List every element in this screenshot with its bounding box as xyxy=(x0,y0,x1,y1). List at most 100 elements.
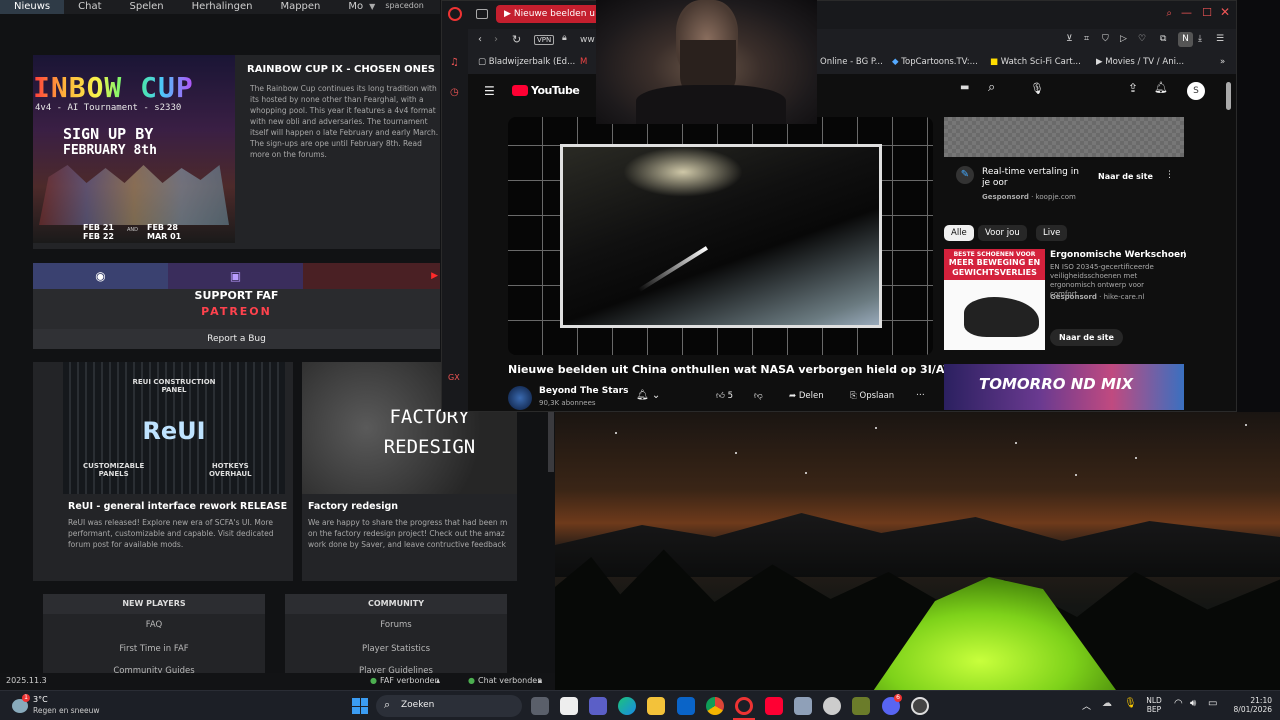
snapshot-icon[interactable]: ⌗ xyxy=(1084,34,1089,44)
bookmark-item[interactable]: ◆ TopCartoons.TV:... xyxy=(892,57,978,67)
weather-temp[interactable]: 3°C xyxy=(33,695,48,704)
bookmark-item[interactable]: Online - BG P... xyxy=(820,57,883,67)
more-icon[interactable]: ⋯ xyxy=(916,390,925,400)
forums-link[interactable]: Forums xyxy=(285,620,507,630)
bookmark-item[interactable]: M xyxy=(580,57,587,67)
youtube-logo-text[interactable]: YouTube xyxy=(531,84,580,97)
ad-cta-button[interactable]: Naar de site xyxy=(1050,329,1123,346)
chip-alle[interactable]: Alle xyxy=(944,225,974,241)
first-time-link[interactable]: First Time in FAF xyxy=(43,644,265,654)
upload-icon[interactable]: ⇪ xyxy=(1128,81,1138,95)
reload-icon[interactable]: ↻ xyxy=(512,33,521,46)
heart-icon[interactable]: ♡ xyxy=(1138,34,1146,44)
report-bug-bar[interactable]: Report a Bug xyxy=(33,329,440,349)
mic-icon[interactable]: 🎙︎ xyxy=(1030,82,1044,95)
faf-connection-status[interactable]: FAF verbonden xyxy=(380,676,440,685)
task-view-icon[interactable] xyxy=(531,697,549,715)
maximize-icon[interactable]: ☐ xyxy=(1202,6,1212,19)
edge-icon[interactable] xyxy=(618,697,636,715)
news-card-reui[interactable]: REUI CONSTRUCTION PANEL ReUI CUSTOMIZABLE… xyxy=(33,362,293,581)
faq-link[interactable]: FAQ xyxy=(43,620,265,630)
search-box[interactable]: ⌕ Zoeken xyxy=(376,695,522,717)
ad-title[interactable]: Real-time vertaling in je oor xyxy=(982,167,1082,189)
save-button[interactable]: ⎘ Opslaan xyxy=(850,391,894,401)
clock[interactable]: 21:10 8/01/2026 xyxy=(1222,696,1272,714)
close-icon[interactable]: ✕ xyxy=(1220,5,1230,19)
tab-menu-icon[interactable] xyxy=(476,9,488,19)
channel-avatar[interactable] xyxy=(508,386,532,410)
bell-icon[interactable]: 🔔︎ ⌄ xyxy=(636,390,660,401)
player-statistics-link[interactable]: Player Statistics xyxy=(285,644,507,654)
twitch-link[interactable]: ▣ xyxy=(168,263,303,289)
pin-icon[interactable]: ⊻ xyxy=(1066,34,1073,44)
more-vert-icon[interactable]: ⋮ xyxy=(1165,170,1174,180)
start-icon[interactable] xyxy=(352,698,368,714)
bookmark-item[interactable]: ■ Watch Sci-Fi Cart... xyxy=(990,57,1081,67)
featured-news-card[interactable]: INBOW CUP 4v4 - AI Tournament - s2330 SI… xyxy=(33,55,440,249)
cloud-icon[interactable]: ☁︎ xyxy=(1102,698,1112,709)
back-icon[interactable]: ‹ xyxy=(478,34,482,45)
chevron-down-icon[interactable]: ▼ xyxy=(365,0,379,14)
dislike-button[interactable]: 👎︎ xyxy=(754,391,763,401)
clock-icon[interactable]: ◷ xyxy=(450,87,459,98)
ad-cta-button[interactable]: Naar de site xyxy=(1098,172,1153,181)
store-icon[interactable] xyxy=(560,697,578,715)
settings-icon[interactable] xyxy=(823,697,841,715)
opera-icon[interactable] xyxy=(735,697,753,715)
more-bookmarks-icon[interactable]: » xyxy=(1220,57,1225,67)
like-button[interactable]: 👍︎ 5 xyxy=(716,391,733,401)
ad-banner-image[interactable] xyxy=(944,117,1184,157)
keyboard-icon[interactable]: ▬ xyxy=(960,82,969,93)
shield-icon[interactable]: ⛉ xyxy=(1102,34,1109,44)
microphone-icon[interactable]: 🎙︎ xyxy=(1124,698,1137,709)
chrome-icon[interactable] xyxy=(706,697,724,715)
video-player[interactable] xyxy=(508,117,933,355)
teams-icon[interactable] xyxy=(589,697,607,715)
chip-voor-jou[interactable]: Voor jou xyxy=(978,225,1027,241)
battery-icon[interactable]: ▭ xyxy=(1208,698,1217,709)
tab-spelen[interactable]: Spelen xyxy=(116,0,178,14)
play-icon[interactable]: ▷ xyxy=(1120,34,1127,44)
download-icon[interactable]: ⤓ xyxy=(1198,34,1202,44)
tab-chat[interactable]: Chat xyxy=(64,0,115,14)
weather-desc[interactable]: Regen en sneeuw xyxy=(33,706,100,715)
video-thumbnail[interactable]: TOMORRO ND MIX xyxy=(944,364,1184,410)
youtube-icon[interactable] xyxy=(765,697,783,715)
menu-icon[interactable]: ☰ xyxy=(1216,34,1224,44)
page-scrollbar[interactable] xyxy=(1226,82,1231,110)
tab-nieuws[interactable]: Nieuws xyxy=(0,0,65,14)
language-indicator[interactable]: NLD BEP xyxy=(1144,696,1164,714)
youtube-link[interactable]: ▶ xyxy=(303,263,440,289)
faf-scrollbar[interactable] xyxy=(548,412,554,472)
vpn-badge[interactable]: VPN xyxy=(534,35,555,45)
ad-title[interactable]: Ergonomische Werkschoen xyxy=(1050,250,1187,261)
app-icon[interactable] xyxy=(852,697,870,715)
volume-icon[interactable]: 🔊︎ xyxy=(1190,698,1196,709)
chevron-up-icon[interactable]: ▴ xyxy=(538,676,542,685)
bookmark-item[interactable]: ▢ Bladwijzerbalk (Ed... xyxy=(478,57,575,67)
opera-logo-icon[interactable] xyxy=(448,7,462,21)
avatar[interactable]: S xyxy=(1187,82,1205,100)
chip-live[interactable]: Live xyxy=(1036,225,1068,241)
search-icon[interactable]: ⌕ xyxy=(1166,8,1172,19)
extensions-icon[interactable]: ⧉ xyxy=(1160,34,1166,44)
tab-herhalingen[interactable]: Herhalingen xyxy=(178,0,267,14)
more-vert-icon[interactable]: ⋮ xyxy=(1180,250,1189,260)
user-name[interactable]: spacedon xyxy=(379,0,424,14)
forward-icon[interactable]: › xyxy=(494,34,498,45)
minimize-icon[interactable]: — xyxy=(1181,6,1192,19)
search-icon[interactable]: ⌕ xyxy=(988,80,995,95)
faf-icon[interactable] xyxy=(911,697,929,715)
bookmark-item[interactable]: ▶ Movies / TV / Ani... xyxy=(1096,57,1184,67)
report-bug-link[interactable]: Report a Bug xyxy=(33,329,440,349)
patreon-link[interactable]: PATREON xyxy=(33,305,440,318)
chat-connection-status[interactable]: Chat verbonden xyxy=(478,676,542,685)
chevron-up-icon[interactable]: ︿ xyxy=(1082,699,1091,712)
profile-button[interactable]: N xyxy=(1178,32,1193,47)
calculator-icon[interactable] xyxy=(794,697,812,715)
channel-name[interactable]: Beyond The Stars xyxy=(539,386,628,396)
hamburger-icon[interactable]: ☰ xyxy=(484,84,495,98)
wifi-icon[interactable]: ◠ xyxy=(1174,698,1183,709)
bell-icon[interactable]: ♫ xyxy=(450,57,459,68)
share-button[interactable]: ➦ Delen xyxy=(789,391,824,401)
